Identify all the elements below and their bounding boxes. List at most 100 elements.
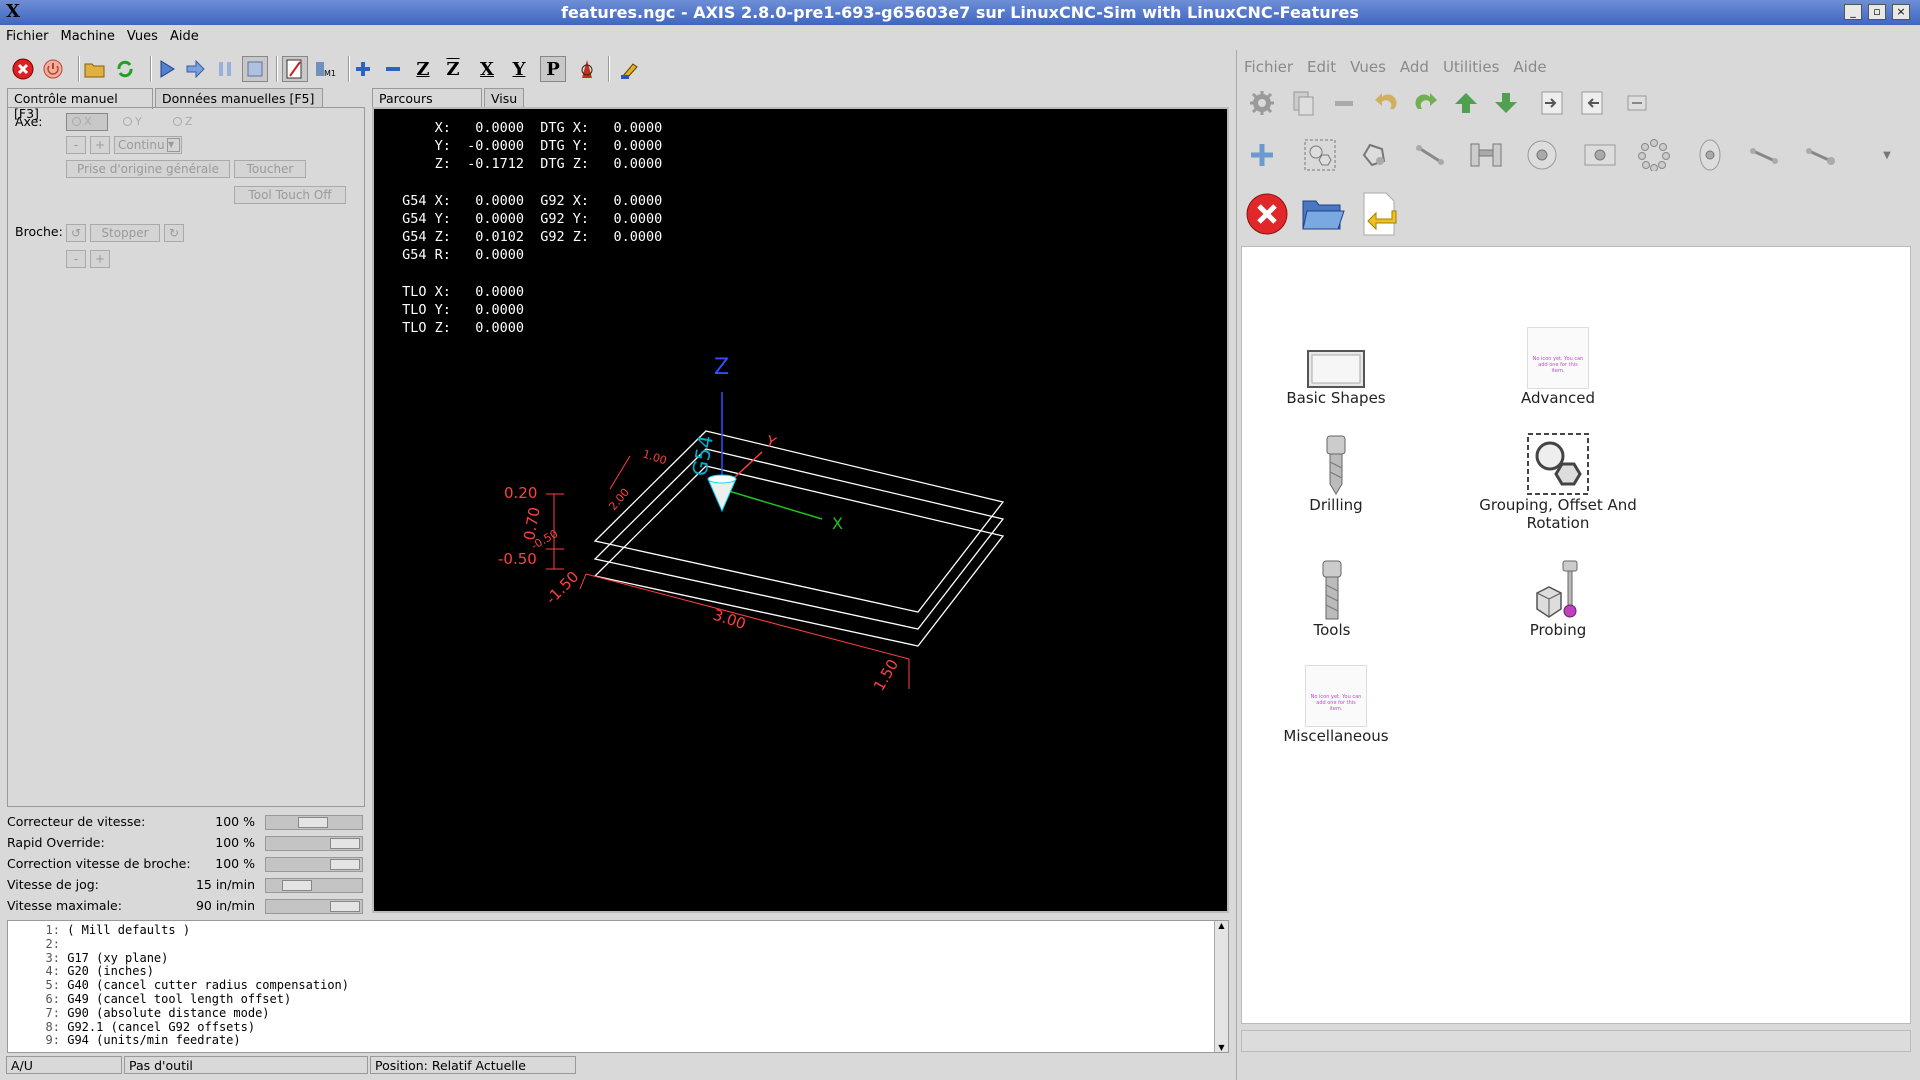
view-z-icon[interactable]: Z [410,56,436,82]
bolt-circle-icon[interactable] [1637,138,1671,172]
gcode-line[interactable]: 1: ( Mill defaults ) [8,923,1208,938]
window-title-bar[interactable]: X features.ngc - AXIS 2.8.0-pre1-693-g65… [0,0,1920,25]
reload-icon[interactable] [112,56,138,82]
features-menu-utilities[interactable]: Utilities [1436,50,1506,76]
pause-icon[interactable] [212,56,238,82]
collapse-icon[interactable] [1620,86,1654,120]
indent-icon[interactable] [1535,86,1569,120]
scroll-up-icon[interactable]: ▲ [1215,921,1228,930]
close-icon[interactable] [1243,190,1291,238]
category-advanced[interactable]: No icon yet. You can add one for this it… [1468,309,1648,407]
gcode-scrollbar[interactable]: ▲ ▼ [1214,921,1228,1052]
move-up-icon[interactable] [1449,86,1483,120]
estop-icon[interactable] [10,56,36,82]
gcode-listing[interactable]: 1: ( Mill defaults ) 2: 3: G17 (xy plane… [7,920,1229,1053]
gcode-line[interactable]: 5: G40 (cancel cutter radius compensatio… [8,978,1208,993]
jog-increment-select[interactable]: Continu ▼ [114,136,182,154]
slider-thumb[interactable] [330,901,360,912]
shape-icon[interactable] [1357,138,1391,172]
rect-pocket-icon[interactable] [1583,138,1617,172]
add-feature-icon[interactable] [1245,138,1279,172]
circle-icon[interactable] [1525,138,1559,172]
arc-line-icon[interactable] [1747,138,1781,172]
view-x-icon[interactable]: X [474,56,500,82]
spindle-ccw-icon[interactable]: ↺ [66,224,86,242]
remove-icon[interactable] [1327,86,1361,120]
gcode-line[interactable]: 6: G49 (cancel tool length offset) [8,992,1208,1007]
touch-off-button[interactable]: Toucher [234,160,306,178]
gcode-line[interactable]: 8: G92.1 (cancel G92 offsets) [8,1020,1208,1035]
tab-mdi[interactable]: Données manuelles [F5] [155,88,323,108]
slider-thumb[interactable] [298,817,328,828]
features-menu-add[interactable]: Add [1393,50,1436,76]
category-miscellaneous[interactable]: No icon yet. You can add one for this it… [1246,647,1426,745]
category-drilling[interactable]: Drilling [1246,416,1426,514]
scroll-down-icon[interactable]: ▼ [1215,1043,1228,1052]
pocket-icon[interactable] [1469,138,1503,172]
rapid-override-slider[interactable] [265,836,363,851]
slot-icon[interactable] [1693,138,1727,172]
spindle-slower-button[interactable]: - [66,250,86,268]
menu-vues[interactable]: Vues [121,26,164,44]
gcode-line[interactable]: 3: G17 (xy plane) [8,951,1208,966]
clear-plot-icon[interactable] [616,56,642,82]
radio-axis-x[interactable]: X [66,113,108,131]
gcode-line[interactable]: 4: G20 (inches) [8,964,1208,979]
tab-visu[interactable]: Visu [484,88,524,108]
tab-toolpath[interactable]: Parcours d'outil [372,88,482,121]
radio-axis-y[interactable]: Y [123,115,142,128]
category-grouping[interactable]: Grouping, Offset And Rotation [1468,416,1648,532]
rotate-view-icon[interactable] [574,56,600,82]
insert-file-icon[interactable] [1355,190,1403,238]
radio-axis-z[interactable]: Z [173,115,193,128]
home-all-button[interactable]: Prise d'origine générale [66,160,230,178]
category-basic-shapes[interactable]: Basic Shapes [1246,309,1426,407]
power-icon[interactable] [40,56,66,82]
spindle-cw-icon[interactable]: ↻ [164,224,184,242]
menu-aide[interactable]: Aide [164,26,205,44]
tool-touch-off-button[interactable]: Tool Touch Off [234,186,346,204]
block-delete-icon[interactable] [282,56,308,82]
line-icon[interactable] [1413,138,1447,172]
chevron-down-icon[interactable]: ▼ [1877,138,1897,172]
features-menu-edit[interactable]: Edit [1300,50,1343,76]
gcode-line[interactable]: 9: G94 (units/min feedrate) [8,1033,1208,1048]
stop-icon[interactable] [242,56,268,82]
spindle-override-slider[interactable] [265,857,363,872]
max-velocity-slider[interactable] [265,899,363,914]
jog-plus-button[interactable]: + [90,136,110,154]
category-probing[interactable]: Probing [1468,541,1648,639]
menu-fichier[interactable]: Fichier [0,26,55,44]
view-y-icon[interactable]: Y [506,56,532,82]
jog-speed-slider[interactable] [265,878,363,893]
outdent-icon[interactable] [1575,86,1609,120]
menu-machine[interactable]: Machine [55,26,121,44]
undo-icon[interactable] [1369,86,1403,120]
duplicate-icon[interactable] [1287,86,1321,120]
toolpath-preview[interactable]: X: 0.0000 DTG X: 0.0000 Y: -0.0000 DTG Y… [372,107,1229,913]
features-menu-fichier[interactable]: Fichier [1237,50,1300,76]
slider-thumb[interactable] [282,880,312,891]
jog-minus-button[interactable]: - [66,136,86,154]
zoom-in-icon[interactable] [350,56,376,82]
gcode-line[interactable]: 7: G90 (absolute distance mode) [8,1006,1208,1021]
minimize-icon[interactable]: _ [1844,4,1862,20]
spindle-faster-button[interactable]: + [90,250,110,268]
run-icon[interactable] [154,56,180,82]
view-p-icon[interactable]: P [540,56,566,82]
slider-thumb[interactable] [330,838,360,849]
features-menu-aide[interactable]: Aide [1506,50,1553,76]
open-file-icon[interactable] [82,56,108,82]
tab-manual-control[interactable]: Contrôle manuel [F3] [7,88,153,121]
arc-icon[interactable] [1803,138,1837,172]
open-folder-icon[interactable] [1299,190,1347,238]
view-z2-icon[interactable]: Z [440,56,466,82]
slider-thumb[interactable] [330,859,360,870]
gear-icon[interactable] [1245,86,1279,120]
close-window-icon[interactable]: × [1892,4,1910,20]
group-icon[interactable] [1303,138,1337,172]
redo-icon[interactable] [1409,86,1443,120]
gcode-line[interactable]: 2: [8,937,1208,952]
category-tools[interactable]: Tools [1242,541,1422,639]
step-icon[interactable] [182,56,208,82]
